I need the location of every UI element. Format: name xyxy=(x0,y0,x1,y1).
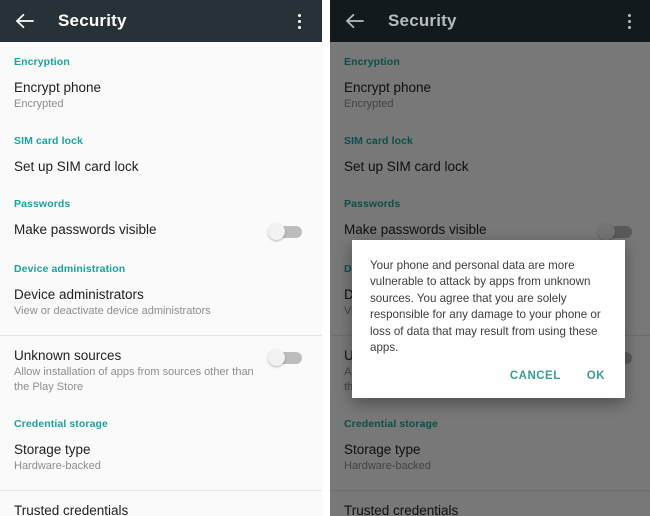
row-text: Storage type Hardware-backed xyxy=(14,441,308,474)
section-header-device-administration: Device administration xyxy=(14,263,126,275)
list-item-unknown-sources[interactable]: Unknown sources Allow installation of ap… xyxy=(0,336,322,404)
cancel-button[interactable]: CANCEL xyxy=(508,368,563,384)
list-item-title: Trusted credentials xyxy=(14,503,129,516)
list-item-subtitle: Hardware-backed xyxy=(14,460,101,472)
row-text: Trusted credentials Display trusted CA c… xyxy=(14,502,308,516)
row-text: Set up SIM card lock xyxy=(14,158,308,175)
app-bar: Security xyxy=(0,0,322,42)
unknown-sources-warning-dialog: Your phone and personal data are more vu… xyxy=(352,240,625,399)
toggle-unknown-sources[interactable] xyxy=(268,349,304,366)
section-header-sim-card-lock: SIM card lock xyxy=(14,135,83,147)
screenshot-stage: Security Encryption Encrypt phone Encryp… xyxy=(0,0,650,516)
security-screen-with-dialog: Security Encryption Encrypt phone Encryp… xyxy=(330,0,650,516)
page-title: Security xyxy=(58,11,127,30)
list-item-title: Set up SIM card lock xyxy=(14,159,139,174)
overflow-menu-icon xyxy=(297,13,301,17)
list-item-title: Unknown sources xyxy=(14,348,122,363)
list-item-device-administrators[interactable]: Device administrators View or deactivate… xyxy=(0,275,322,328)
list-item-title: Encrypt phone xyxy=(14,80,102,95)
back-button[interactable] xyxy=(10,6,40,36)
row-text: Device administrators View or deactivate… xyxy=(14,286,308,319)
ok-button[interactable]: OK xyxy=(585,368,607,384)
section-header-encryption: Encryption xyxy=(14,56,70,68)
row-text: Make passwords visible xyxy=(14,221,268,238)
list-item-trusted-credentials[interactable]: Trusted credentials Display trusted CA c… xyxy=(0,491,322,516)
list-item-set-up-sim-card-lock[interactable]: Set up SIM card lock xyxy=(0,147,322,184)
overflow-menu-icon xyxy=(627,13,631,17)
toggle-make-passwords-visible[interactable] xyxy=(268,223,304,240)
overflow-menu-button[interactable] xyxy=(286,6,312,36)
list-item-subtitle: Encrypted xyxy=(14,98,64,110)
list-item-title: Storage type xyxy=(14,442,91,457)
list-item-encrypt-phone[interactable]: Encrypt phone Encrypted xyxy=(0,68,322,121)
arrow-back-icon xyxy=(16,13,34,29)
toggle-knob xyxy=(268,223,285,240)
list-item-title: Make passwords visible xyxy=(14,222,157,237)
dialog-actions: CANCEL OK xyxy=(370,356,607,392)
section-header-passwords: Passwords xyxy=(14,198,71,210)
back-button[interactable] xyxy=(340,6,370,36)
list-item-subtitle: Allow installation of apps from sources … xyxy=(14,366,254,393)
list-item-subtitle: View or deactivate device administrators xyxy=(14,305,211,317)
row-text: Encrypt phone Encrypted xyxy=(14,79,308,112)
arrow-back-icon xyxy=(346,13,364,29)
overflow-menu-button[interactable] xyxy=(616,6,642,36)
toggle-knob xyxy=(268,349,285,366)
list-item-storage-type[interactable]: Storage type Hardware-backed xyxy=(0,430,322,483)
section-header-credential-storage: Credential storage xyxy=(14,418,108,430)
panel-gap xyxy=(322,0,330,516)
settings-list: Encryption Encrypt phone Encrypted SIM c… xyxy=(330,42,650,516)
security-screen-normal: Security Encryption Encrypt phone Encryp… xyxy=(0,0,322,516)
settings-list: Encryption Encrypt phone Encrypted SIM c… xyxy=(0,42,322,516)
list-item-title: Device administrators xyxy=(14,287,144,302)
app-bar: Security xyxy=(330,0,650,42)
dialog-message: Your phone and personal data are more vu… xyxy=(370,259,601,355)
list-item-make-passwords-visible[interactable]: Make passwords visible xyxy=(0,210,322,249)
page-title: Security xyxy=(388,11,457,30)
row-text: Unknown sources Allow installation of ap… xyxy=(14,347,268,395)
